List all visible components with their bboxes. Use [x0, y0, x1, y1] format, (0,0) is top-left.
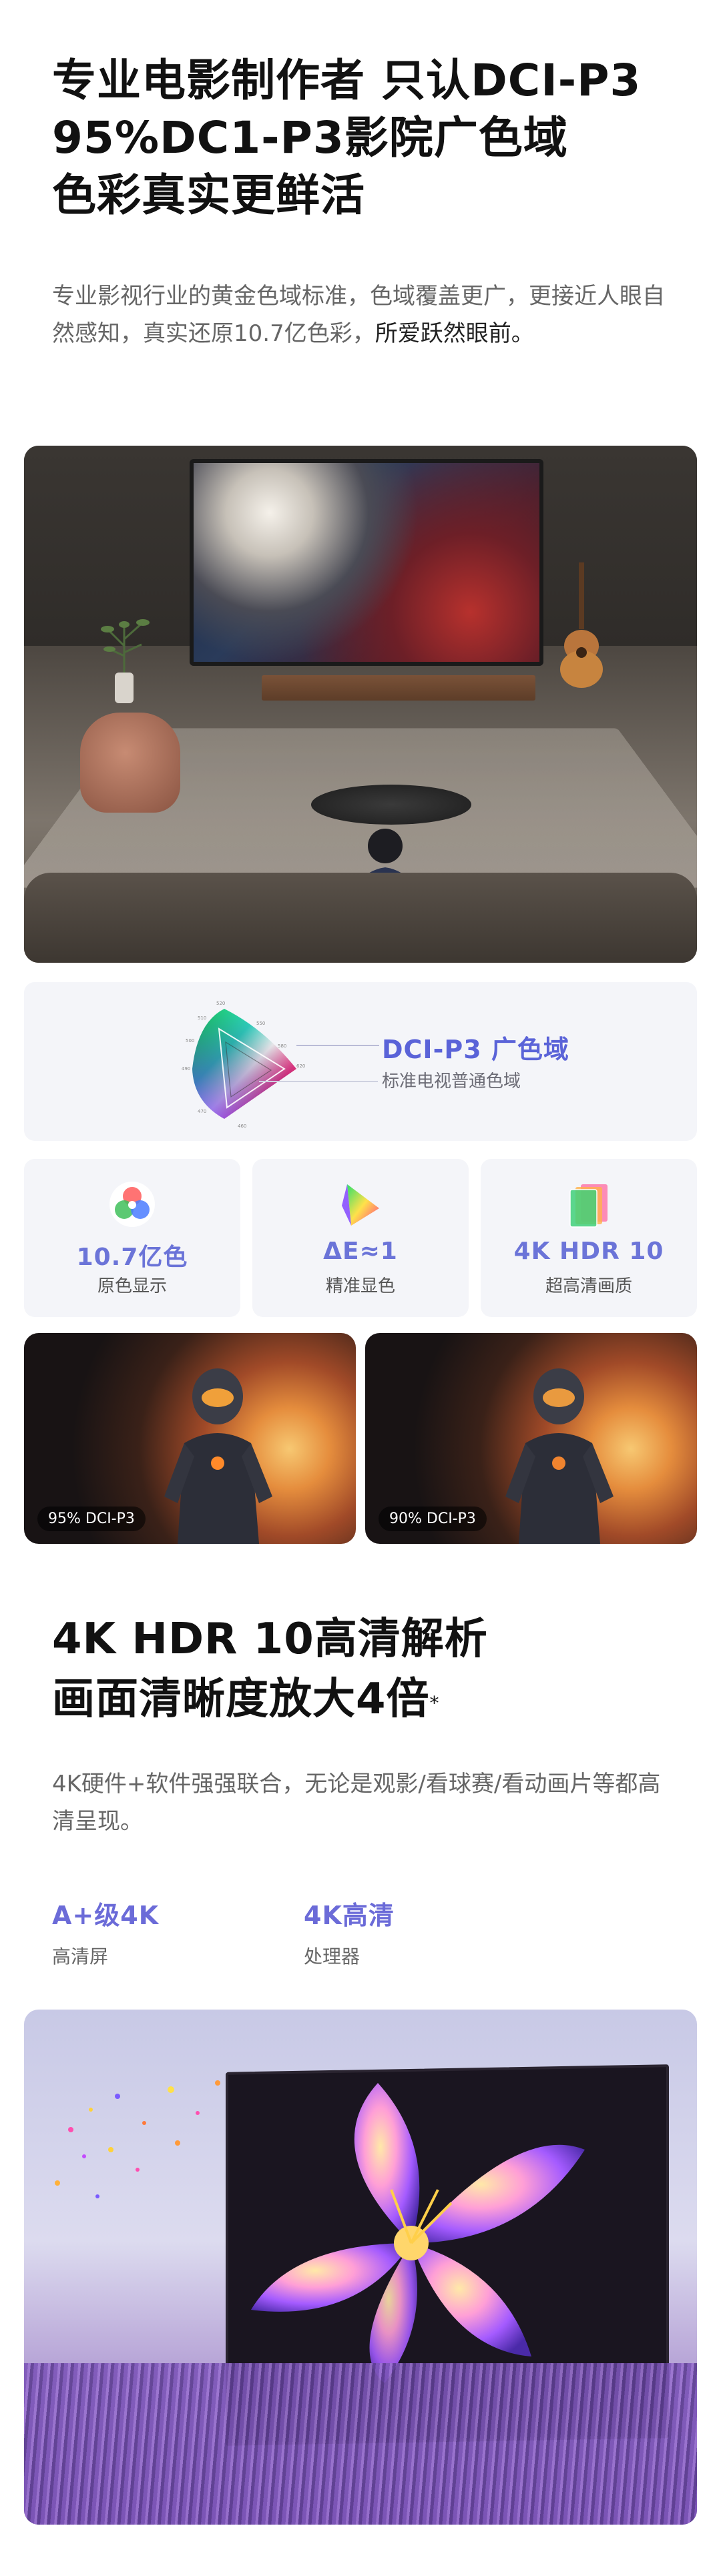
description-main: 专业影视行业的黄金色域标准，色域覆盖更广，更接近人眼自然感知，真实还原10.7亿… — [52, 283, 665, 347]
stat-processor: 4K高清 处理器 — [304, 1895, 395, 1969]
gamut-badge: 95% DCI-P3 — [37, 1507, 146, 1531]
feature-value: ΔE≈1 — [323, 1238, 398, 1265]
dci-p3-gamut-label: DCI-P3 广色域 — [382, 1035, 569, 1064]
svg-text:580: 580 — [278, 1043, 286, 1049]
description-highlight: 所爱跃然眼前。 — [375, 320, 534, 347]
stat-caption: 处理器 — [304, 1946, 360, 1968]
plant-icon — [101, 619, 150, 703]
standard-gamut-label: 标准电视普通色域 — [382, 1071, 521, 1092]
svg-text:490: 490 — [182, 1066, 190, 1071]
comparison-image-95: 95% DCI-P3 — [24, 1333, 356, 1544]
cie-chromaticity-diagram: 520 510 500 490 470 460 550 580 620 — [182, 1001, 305, 1129]
lily-flower-artwork — [251, 2083, 585, 2383]
feature-value: 10.7亿色 — [76, 1244, 188, 1271]
comparison-image-90: 90% DCI-P3 — [365, 1333, 697, 1544]
color-wheel-icon — [109, 1182, 155, 1227]
svg-text:550: 550 — [256, 1021, 265, 1026]
guitar-icon — [560, 562, 603, 688]
tv-screen-space-scene — [190, 459, 543, 666]
prism-triangle-icon — [342, 1184, 379, 1226]
headline-line-3: 色彩真实更鲜活 — [52, 169, 365, 221]
flower-tv-image — [24, 2010, 697, 2525]
footnote-mark: * — [429, 1692, 440, 1714]
feature-caption: 原色显示 — [97, 1276, 167, 1296]
astronaut-robot-figure — [505, 1368, 614, 1544]
headline-line-2: 画面清晰度放大4倍 — [52, 1675, 430, 1724]
dci-p3-description: 专业影视行业的黄金色域标准，色域覆盖更广，更接近人眼自然感知，真实还原10.7亿… — [52, 278, 666, 352]
astronaut-robot-figure — [164, 1368, 272, 1544]
color-gamut-card: 520 510 500 490 470 460 550 580 620 DCI-P3 广色域… — [24, 982, 697, 1141]
headline-line-2: 95%DC1-P3影院广色域 — [52, 112, 568, 163]
svg-text:470: 470 — [198, 1109, 206, 1114]
svg-text:500: 500 — [186, 1038, 194, 1043]
svg-text:520: 520 — [216, 1001, 225, 1006]
svg-text:460: 460 — [238, 1124, 246, 1129]
stat-caption: 高清屏 — [52, 1946, 109, 1968]
living-room-tv-image — [24, 446, 697, 963]
feature-card-delta-e: ΔE≈1 精准显色 — [252, 1159, 469, 1317]
coffee-table — [311, 785, 471, 825]
feature-caption: 精准显色 — [325, 1276, 395, 1296]
lavender-field — [24, 2363, 697, 2525]
headline-line-1: 4K HDR 10高清解析 — [52, 1615, 488, 1664]
feature-value: 4K HDR 10 — [513, 1238, 664, 1265]
stat-value: 4K高清 — [304, 1901, 395, 1930]
hdr-headline: 4K HDR 10高清解析 画面清晰度放大4倍* — [52, 1609, 488, 1729]
feature-card-color-depth: 10.7亿色 原色显示 — [24, 1159, 240, 1317]
dci-p3-headline: 专业电影制作者 只认DCI-P3 95%DC1-P3影院广色域 色彩真实更鲜活 — [52, 52, 693, 224]
stat-value: A+级4K — [52, 1901, 160, 1930]
feature-caption: 超高清画质 — [545, 1276, 632, 1296]
stat-screen: A+级4K 高清屏 — [52, 1895, 159, 1969]
svg-text:620: 620 — [296, 1063, 305, 1069]
gamut-badge: 90% DCI-P3 — [379, 1507, 487, 1531]
headline-line-1: 专业电影制作者 只认DCI-P3 — [52, 55, 642, 106]
sofa — [24, 873, 697, 963]
svg-text:510: 510 — [198, 1015, 206, 1021]
armchair — [80, 713, 180, 813]
layered-panels-icon — [569, 1184, 608, 1228]
feature-card-hdr: 4K HDR 10 超高清画质 — [481, 1159, 697, 1317]
hdr-description: 4K硬件+软件强强联合，无论是观影/看球赛/看动画片等都高清呈现。 — [52, 1771, 661, 1835]
